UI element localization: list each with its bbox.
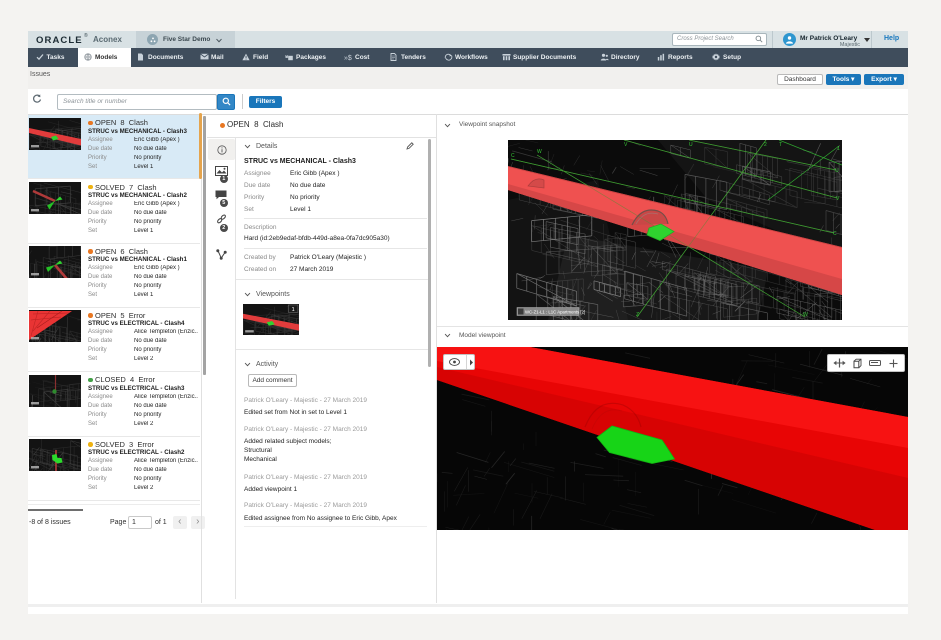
svg-text:»$: »$ <box>344 55 352 61</box>
svg-text:W: W <box>803 312 808 318</box>
svg-text:W: W <box>537 149 542 155</box>
svg-text:U: U <box>835 168 839 174</box>
svg-text:T: T <box>779 142 782 148</box>
svg-text:C: C <box>511 153 515 159</box>
svg-text:1: 1 <box>837 146 840 152</box>
svg-text:2: 2 <box>764 142 767 148</box>
svg-text:C: C <box>833 231 837 237</box>
svg-text:WC-Z1-L1 : L1C Apartments [2]: WC-Z1-L1 : L1C Apartments [2] <box>525 310 585 315</box>
svg-text:1: 1 <box>291 307 294 313</box>
svg-text:U: U <box>689 142 693 148</box>
svg-text:Z: Z <box>636 312 639 318</box>
